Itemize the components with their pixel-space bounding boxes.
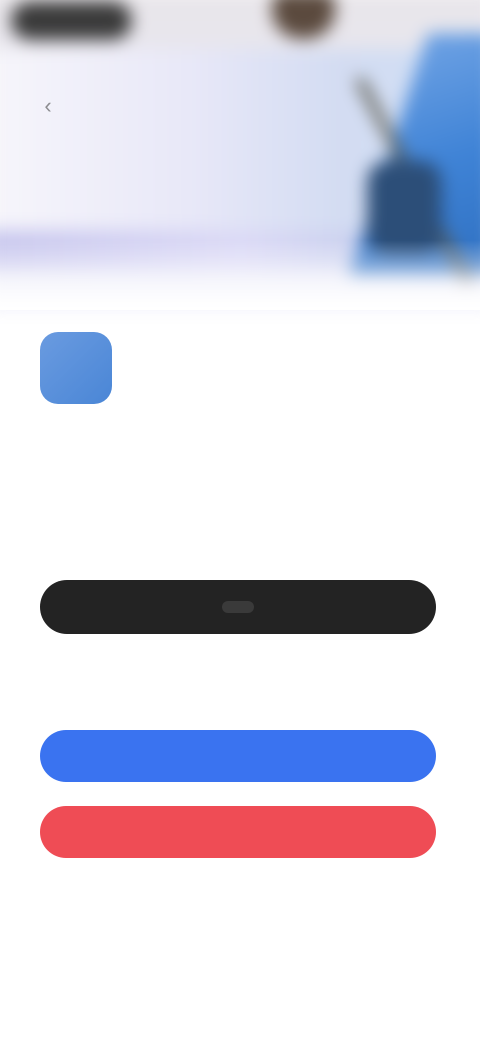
chevron-left-icon: ‹ [44, 93, 52, 118]
primary-button[interactable] [40, 580, 436, 634]
blue-button[interactable] [40, 730, 436, 782]
back-button[interactable]: ‹ [30, 88, 66, 124]
hero-figure [271, 0, 336, 39]
hero-top-pill [11, 1, 132, 40]
app-landing-screen: ‹ [0, 0, 480, 1040]
app-header [40, 332, 440, 404]
hero-fade [0, 240, 480, 310]
primary-button-label [222, 601, 254, 613]
red-button[interactable] [40, 806, 436, 858]
app-icon [40, 332, 112, 404]
